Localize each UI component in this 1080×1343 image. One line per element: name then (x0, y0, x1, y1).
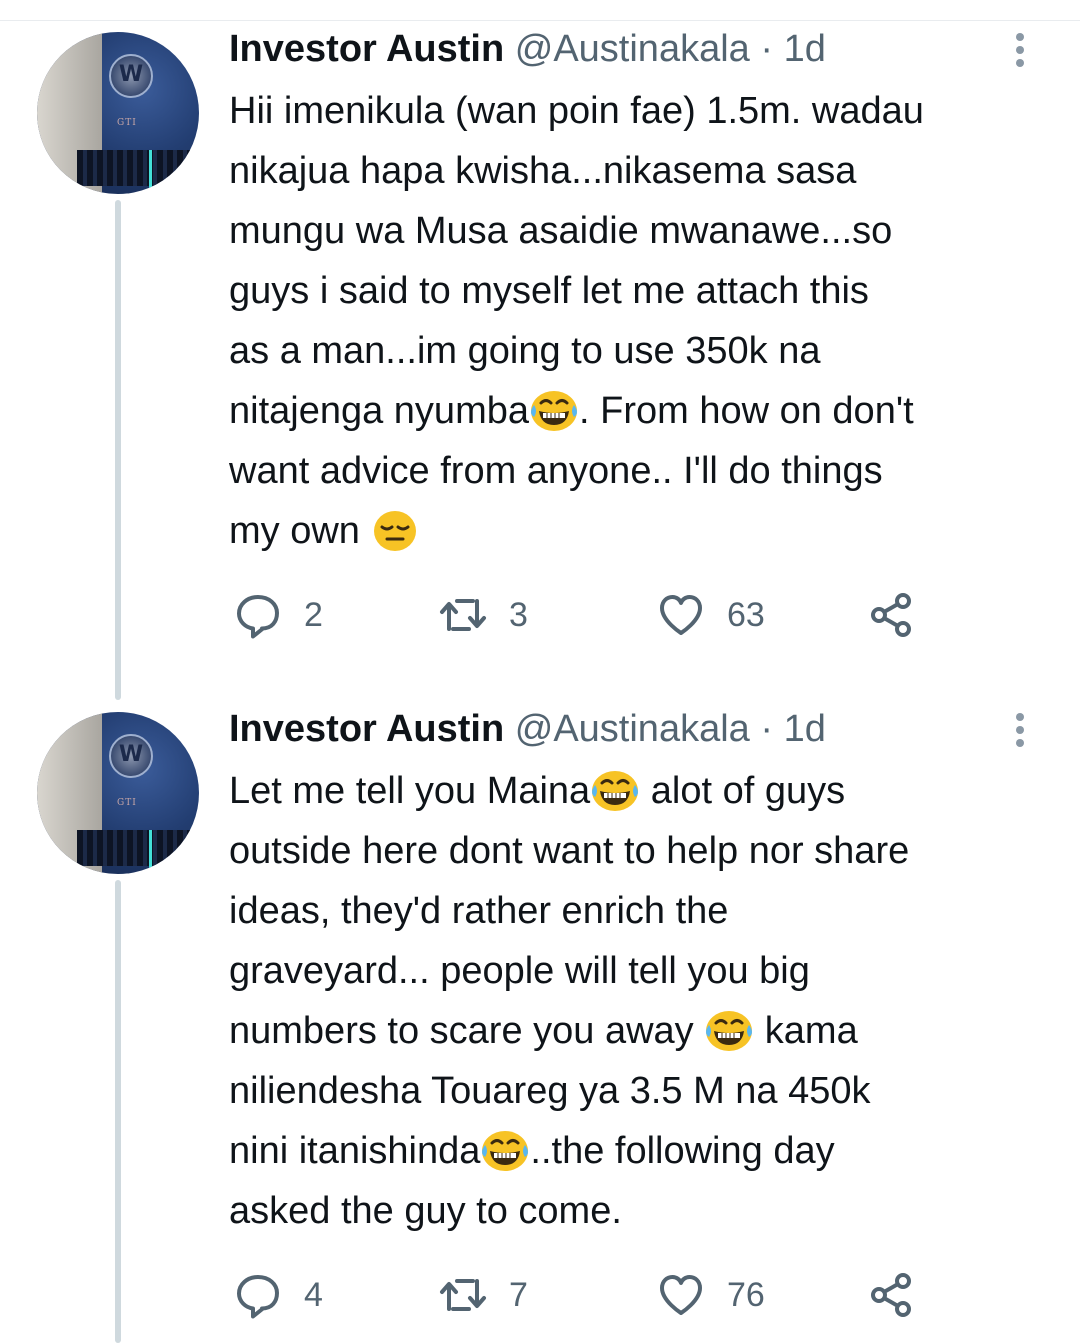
retweet-icon (440, 1279, 486, 1311)
timestamp[interactable]: 1d (784, 708, 826, 750)
tweet-actions: 4 7 76 (229, 1270, 1029, 1320)
like-count: 76 (727, 1275, 765, 1314)
like-count: 63 (727, 595, 765, 634)
tweet-header: Investor Austin @Austinakala · 1d (229, 24, 826, 74)
thread-line (115, 200, 121, 700)
author-name[interactable]: Investor Austin (229, 28, 504, 70)
reply-count: 2 (304, 595, 323, 634)
share-button[interactable] (867, 1270, 915, 1320)
share-button[interactable] (867, 590, 915, 640)
tweet-text: Hii imenikula (wan poin fae) 1.5m. wadau… (229, 81, 1059, 561)
author-handle[interactable]: @Austinakala (515, 708, 750, 750)
separator: · (760, 28, 774, 70)
heart-icon (660, 595, 702, 635)
tweet-text-segment: Let me tell you Maina (229, 770, 591, 812)
share-icon (871, 1273, 911, 1317)
tweet-header: Investor Austin @Austinakala · 1d (229, 704, 826, 754)
reply-icon (237, 595, 279, 639)
timestamp[interactable]: 1d (784, 28, 826, 70)
pensive-emoji (370, 507, 420, 553)
tears-of-joy-emoji (480, 1127, 530, 1173)
retweet-button[interactable]: 7 (439, 1270, 528, 1320)
reply-icon (237, 1275, 279, 1319)
retweet-icon (440, 599, 486, 631)
author-handle[interactable]: @Austinakala (515, 28, 750, 70)
heart-icon (660, 1275, 702, 1315)
reply-count: 4 (304, 1275, 323, 1314)
more-icon[interactable] (1010, 28, 1030, 72)
like-button[interactable]: 76 (657, 1270, 765, 1320)
tweet-actions: 2 3 63 (229, 590, 1029, 640)
tweet-text: Let me tell you Maina alot of guys outsi… (229, 761, 1059, 1241)
tears-of-joy-emoji (590, 767, 640, 813)
separator: · (760, 708, 774, 750)
share-icon (871, 593, 911, 637)
tweet-text-segment: Hii imenikula (wan poin fae) 1.5m. wadau… (229, 90, 924, 432)
reply-button[interactable]: 2 (234, 590, 323, 640)
avatar[interactable]: GTI (37, 32, 199, 194)
reply-button[interactable]: 4 (234, 1270, 323, 1320)
more-icon[interactable] (1010, 708, 1030, 752)
like-button[interactable]: 63 (657, 590, 765, 640)
author-name[interactable]: Investor Austin (229, 708, 504, 750)
retweet-count: 7 (509, 1275, 528, 1314)
retweet-button[interactable]: 3 (439, 590, 528, 640)
avatar[interactable]: GTI (37, 712, 199, 874)
tears-of-joy-emoji (529, 387, 579, 433)
retweet-count: 3 (509, 595, 528, 634)
top-divider (0, 20, 1080, 21)
thread-line (115, 880, 121, 1343)
tears-of-joy-emoji (704, 1007, 754, 1053)
